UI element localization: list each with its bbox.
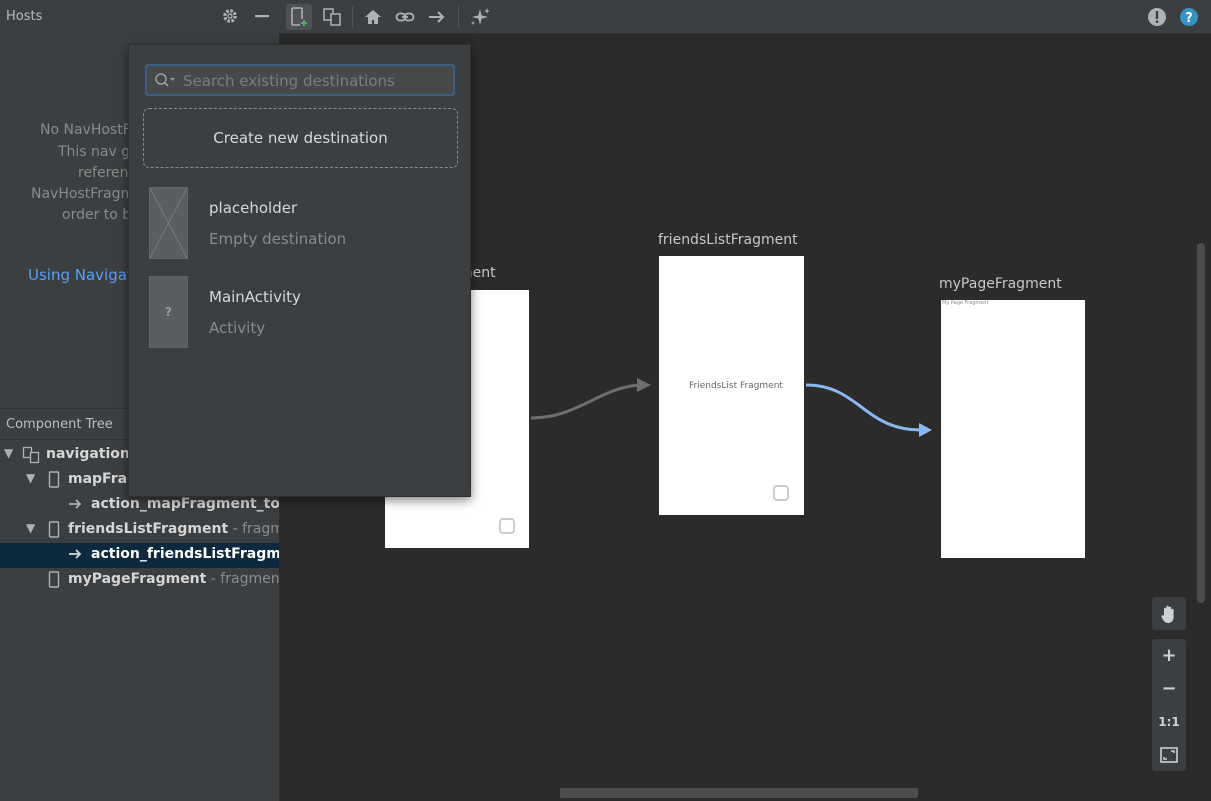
destination-subtitle: Activity (209, 319, 266, 337)
zoom-controls: + − 1:1 (1152, 639, 1186, 771)
navigation-graph-icon (22, 446, 40, 468)
zoom-in-button[interactable]: + (1152, 639, 1186, 672)
settings-gear-icon[interactable] (218, 4, 242, 28)
toolbar-separator (352, 6, 353, 28)
search-icon[interactable] (154, 72, 176, 88)
fit-screen-icon (1160, 746, 1178, 763)
connector-arrowhead (637, 378, 651, 392)
add-deep-link-button[interactable] (392, 4, 418, 30)
sparkle-icon (471, 8, 490, 25)
tree-node-name: navigation (46, 446, 130, 462)
nested-graph-icon (323, 8, 341, 26)
tree-row-mypage[interactable]: myPageFragment - fragment (0, 568, 279, 593)
home-icon (365, 10, 381, 24)
fragment-card-mypage[interactable]: My Page Fragment (941, 300, 1085, 558)
tree-node-name: action_friendsListFragme... (91, 546, 279, 562)
destination-item-mainactivity[interactable]: ? MainActivity Activity (149, 276, 459, 348)
help-icon: ? (1180, 8, 1198, 26)
navigation-editor-toolbar: ? (279, 0, 1211, 34)
new-destination-button[interactable] (286, 4, 312, 30)
fragment-handle[interactable] (499, 518, 515, 534)
expand-arrow-icon[interactable]: ▼ (4, 446, 13, 460)
expand-arrow-icon[interactable]: ▼ (26, 521, 35, 535)
hand-icon (1161, 605, 1174, 623)
tree-node-type: - fragm... (232, 521, 279, 537)
tree-node-name: myPageFragment (68, 571, 207, 587)
search-input[interactable] (181, 71, 446, 91)
warning-icon (1148, 8, 1166, 26)
warning-button[interactable] (1144, 4, 1170, 30)
pan-control (1152, 597, 1186, 630)
expand-arrow-icon[interactable]: ▼ (26, 471, 35, 485)
fragment-device-icon (48, 571, 60, 592)
create-new-destination-button[interactable]: Create new destination (143, 108, 458, 168)
fragment-device-icon (48, 471, 60, 492)
tree-node-type: - fragment (206, 571, 279, 587)
action-connector-friends-to-mypage[interactable] (805, 383, 922, 432)
action-connector-map-to-friends[interactable] (530, 383, 642, 420)
toolbar-separator (458, 6, 459, 28)
using-navigation-link[interactable]: Using Navigati (28, 266, 137, 284)
destination-subtitle: Empty destination (209, 230, 347, 248)
horizontal-scrollbar[interactable] (560, 788, 918, 798)
hosts-header: Hosts (0, 0, 279, 34)
search-box[interactable] (145, 64, 455, 96)
assign-start-destination-button[interactable] (360, 4, 386, 30)
zoom-out-button[interactable]: − (1152, 672, 1186, 705)
fragment-label-mypage: myPageFragment (939, 276, 1062, 292)
fragment-card-friendslist[interactable]: FriendsList Fragment (659, 256, 804, 515)
placeholder-thumbnail-icon (149, 187, 188, 259)
fragment-content-text: FriendsList Fragment (689, 381, 783, 391)
tree-node-name: friendsListFragment (68, 521, 229, 537)
link-icon (395, 12, 415, 22)
fragment-content-text: My Page Fragment (942, 300, 989, 306)
tree-node-name: action_mapFragment_to_... (91, 496, 279, 512)
destination-name: placeholder (209, 199, 298, 217)
destination-item-placeholder[interactable]: placeholder Empty destination (149, 187, 459, 259)
minimize-icon[interactable] (250, 4, 274, 28)
fragment-label-friendslist: friendsListFragment (658, 232, 798, 248)
svg-text:?: ? (1185, 11, 1193, 26)
tree-node-name: mapFrag (68, 471, 138, 487)
zoom-to-fit-button[interactable] (1152, 738, 1186, 771)
fragment-device-icon (48, 521, 60, 542)
actual-size-button[interactable]: 1:1 (1152, 705, 1186, 738)
help-button[interactable]: ? (1176, 4, 1202, 30)
destination-name: MainActivity (209, 288, 301, 306)
hosts-title: Hosts (6, 9, 43, 24)
action-arrow-icon (68, 546, 84, 566)
tree-row-friendslist[interactable]: ▼ friendsListFragment - fragm... (0, 518, 279, 543)
tree-row-action-friendslist[interactable]: action_friendsListFragme... (0, 543, 279, 568)
arrow-right-icon (429, 11, 445, 23)
new-destination-popup: Create new destination placeholder Empty… (128, 44, 471, 497)
add-action-button[interactable] (424, 4, 450, 30)
fragment-handle[interactable] (773, 485, 789, 501)
connector-arrowhead (919, 423, 932, 437)
action-arrow-icon (68, 496, 84, 516)
auto-arrange-button[interactable] (467, 4, 493, 30)
component-tree-title: Component Tree (6, 417, 113, 432)
nested-graph-button[interactable] (319, 4, 345, 30)
pan-hand-button[interactable] (1152, 597, 1186, 630)
vertical-scrollbar[interactable] (1197, 243, 1205, 603)
new-destination-icon (291, 7, 308, 27)
activity-thumbnail-icon: ? (149, 276, 188, 348)
